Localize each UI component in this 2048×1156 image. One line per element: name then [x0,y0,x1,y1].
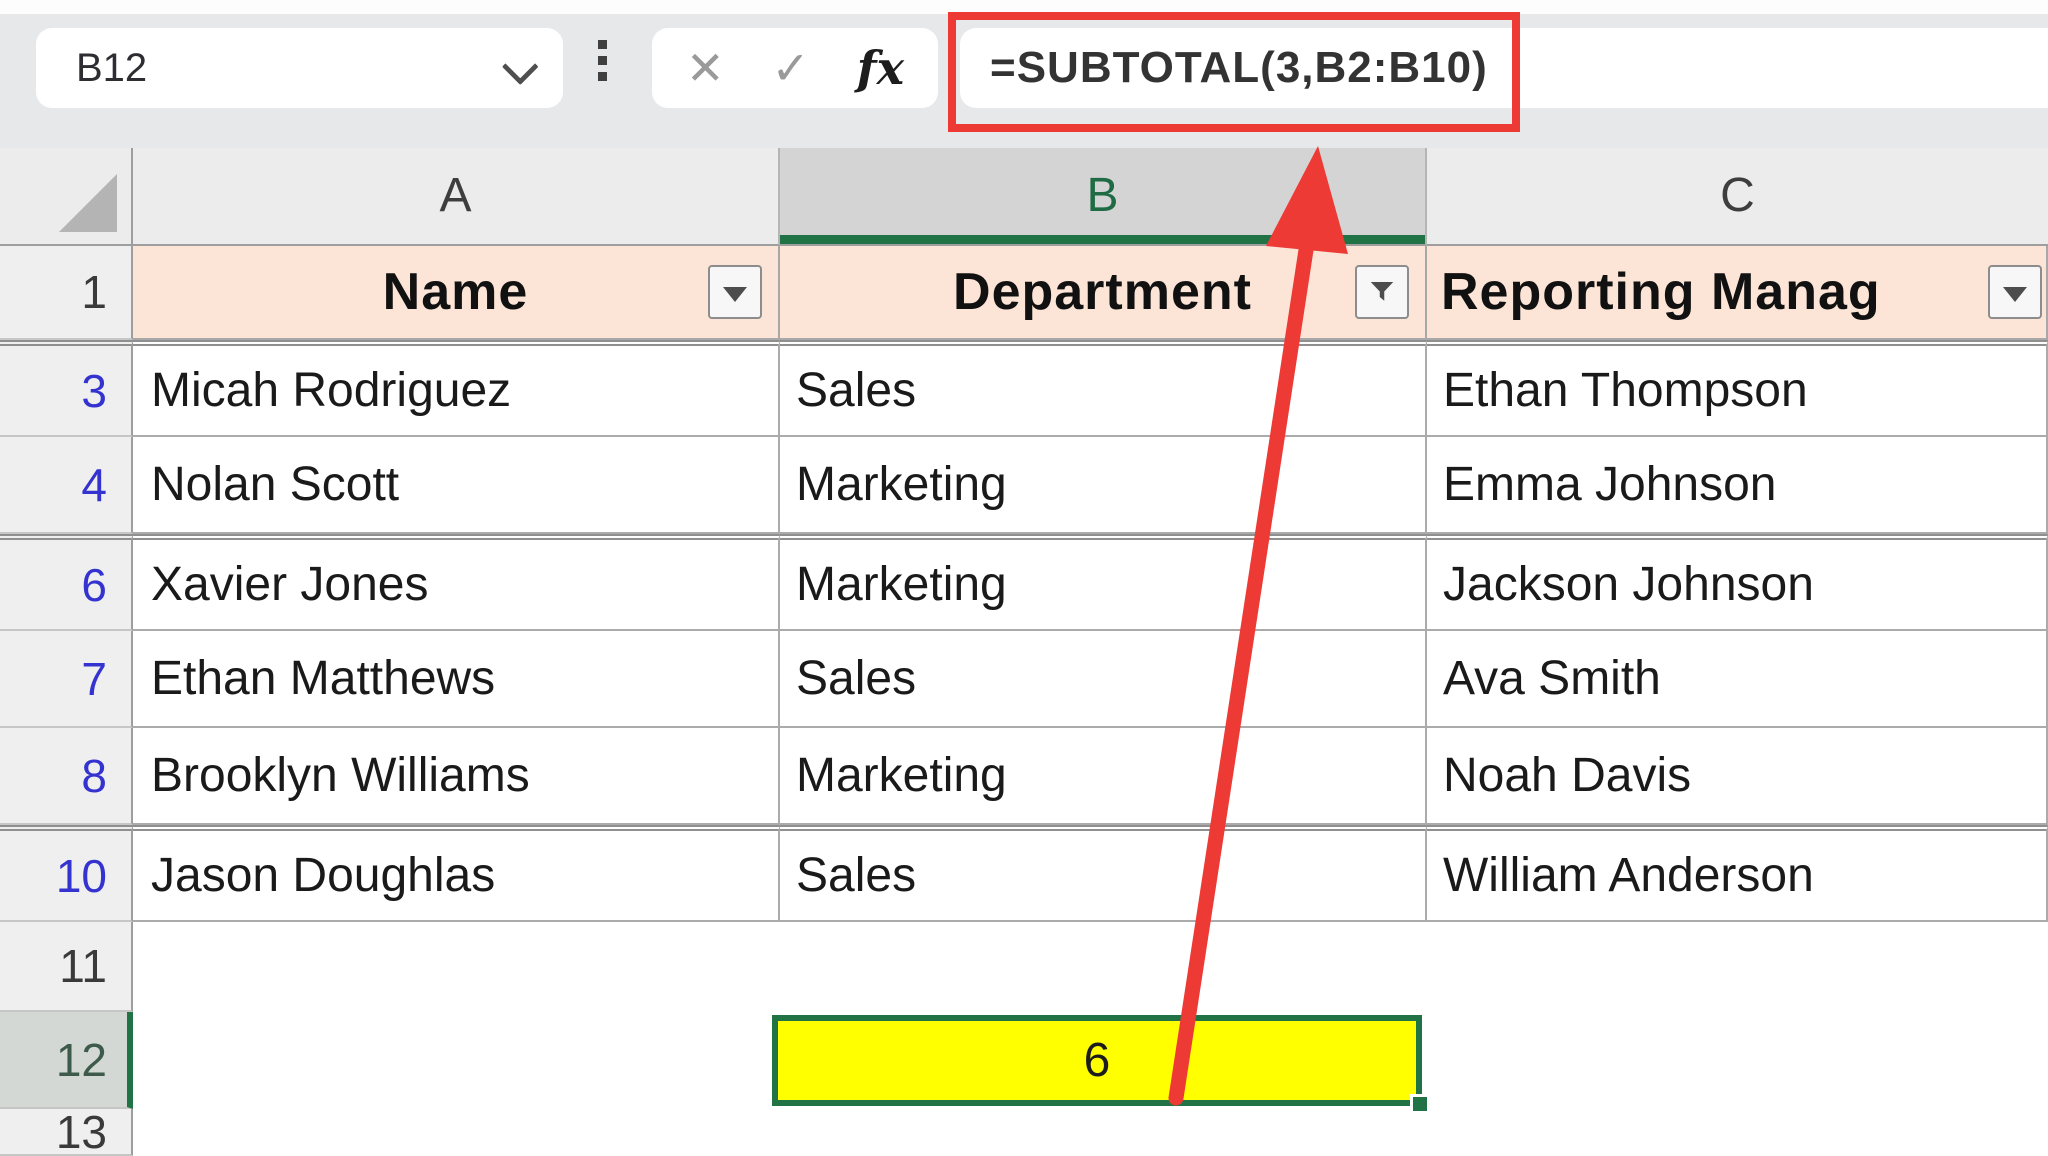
cell-manager[interactable]: Ethan Thompson [1427,340,2048,437]
formula-bar-buttons: ✕ ✓ fx [652,28,938,108]
cell-department[interactable]: Marketing [780,534,1427,631]
fill-handle[interactable] [1410,1094,1430,1114]
table-row: 7 Ethan Matthews Sales Ava Smith [0,631,2048,728]
excel-window: B12 ✕ ✓ fx =SUBTOTAL(3,B2:B10) A B C [0,0,2048,1156]
filter-active-button-department[interactable] [1355,265,1409,319]
partial-row: 13 [0,1109,2048,1156]
cancel-icon[interactable]: ✕ [686,41,725,95]
cell-name[interactable]: Ethan Matthews [133,631,780,728]
header-cell-department[interactable]: Department [780,246,1427,340]
chevron-down-icon[interactable] [502,48,539,85]
cell-manager[interactable]: Jackson Johnson [1427,534,2048,631]
selected-cell-b12[interactable]: 6 [772,1015,1422,1106]
column-header-strip: A B C [0,148,2048,246]
table-row: 4 Nolan Scott Marketing Emma Johnson [0,437,2048,534]
cell-manager[interactable]: Ava Smith [1427,631,2048,728]
cell-name[interactable]: Brooklyn Williams [133,728,780,825]
cell-department[interactable]: Sales [780,340,1427,437]
row-header-4[interactable]: 4 [0,437,133,534]
cell-manager[interactable]: William Anderson [1427,825,2048,922]
insert-function-icon[interactable]: fx [857,41,904,95]
row-header-13[interactable]: 13 [0,1109,133,1156]
cell-name[interactable]: Jason Doughlas [133,825,780,922]
row-header-10[interactable]: 10 [0,825,133,922]
formula-bar-drag-handle[interactable] [598,40,607,81]
table-row: 8 Brooklyn Williams Marketing Noah Davis [0,728,2048,825]
active-cell-reference: B12 [36,46,147,91]
cell-name[interactable]: Nolan Scott [133,437,780,534]
name-box[interactable]: B12 [36,28,563,108]
subtotal-result-value: 6 [1084,1033,1111,1088]
cell-manager[interactable]: Emma Johnson [1427,437,2048,534]
empty-cells[interactable] [133,922,2048,1012]
filter-dropdown-button-manager[interactable] [1988,265,2042,319]
cell-department[interactable]: Marketing [780,437,1427,534]
select-all-corner[interactable] [0,148,133,246]
header-cell-name[interactable]: Name [133,246,780,340]
empty-cells[interactable] [133,1109,2048,1156]
enter-icon[interactable]: ✓ [771,41,810,95]
table-row: 10 Jason Doughlas Sales William Anderson [0,825,2048,922]
empty-row: 11 [0,922,2048,1012]
filter-dropdown-button-name[interactable] [708,265,762,319]
row-header-8[interactable]: 8 [0,728,133,825]
row-header-7[interactable]: 7 [0,631,133,728]
dropdown-arrow-icon [723,287,747,302]
row-header-3[interactable]: 3 [0,340,133,437]
table-header-row: 1 Name Department Reporting Manager [0,246,2048,340]
row-header-6[interactable]: 6 [0,534,133,631]
cell-department[interactable]: Sales [780,825,1427,922]
cell-manager[interactable]: Noah Davis [1427,728,2048,825]
header-cell-reporting-manager[interactable]: Reporting Manager [1427,246,2048,340]
formula-highlight-annotation [948,12,1520,132]
table-row: 3 Micah Rodriguez Sales Ethan Thompson [0,340,2048,437]
dropdown-arrow-icon [2003,287,2027,302]
worksheet: A B C 1 Name Department Reporting Manage… [0,148,2048,1156]
cell-department[interactable]: Marketing [780,728,1427,825]
column-header-a[interactable]: A [133,148,780,246]
select-all-triangle-icon [59,174,117,232]
row-header-11[interactable]: 11 [0,922,133,1012]
cell-name[interactable]: Micah Rodriguez [133,340,780,437]
row-header-1[interactable]: 1 [0,246,133,340]
column-header-b[interactable]: B [780,148,1427,246]
row-header-12[interactable]: 12 [0,1012,133,1109]
cell-name[interactable]: Xavier Jones [133,534,780,631]
table-row: 6 Xavier Jones Marketing Jackson Johnson [0,534,2048,631]
funnel-filter-icon [1367,277,1397,307]
column-header-c[interactable]: C [1427,148,2048,246]
cell-department[interactable]: Sales [780,631,1427,728]
